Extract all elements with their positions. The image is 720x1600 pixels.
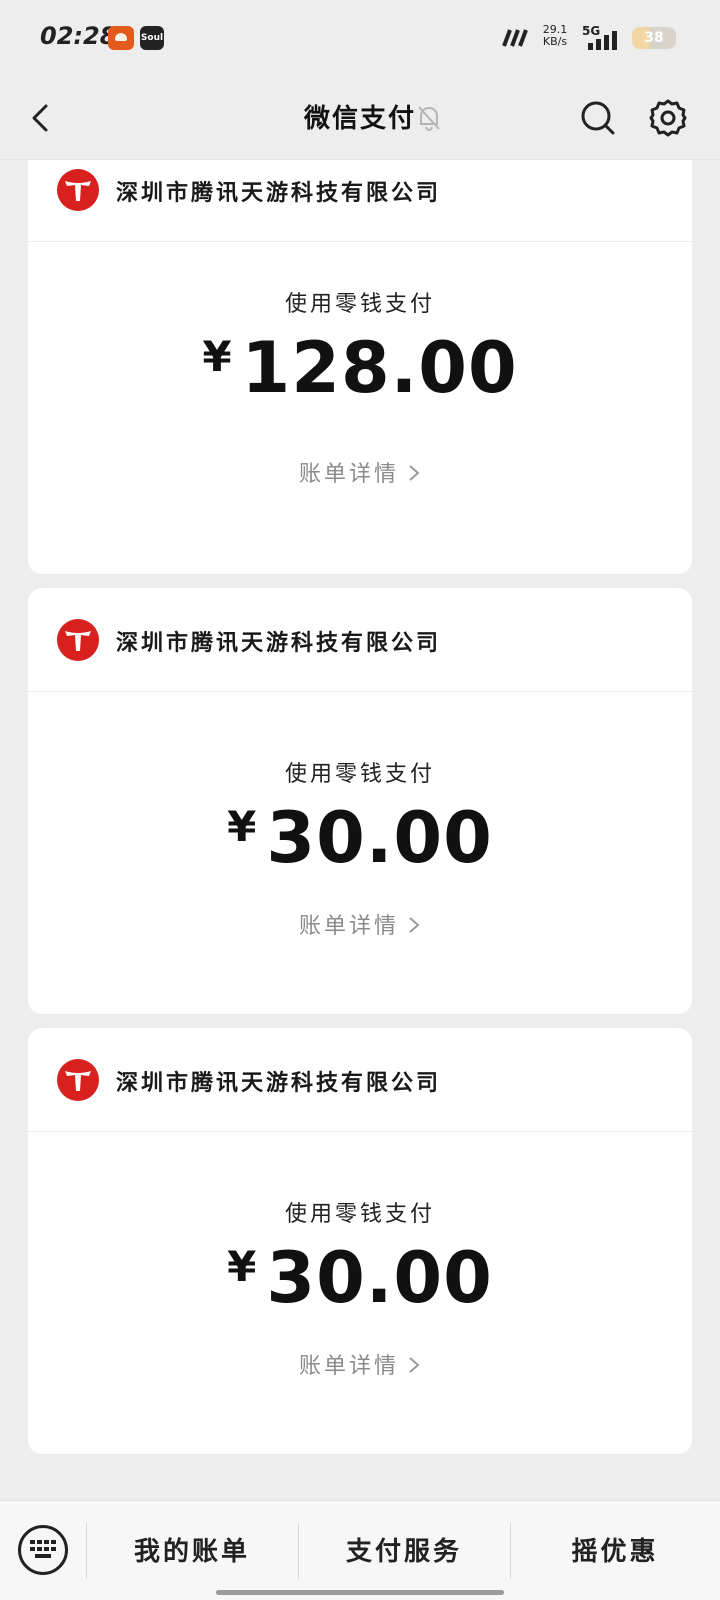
network-speed: 29.1 KB/s <box>540 24 570 48</box>
bell-off-icon <box>418 106 440 132</box>
payment-amount: ¥30.00 <box>28 796 692 880</box>
payment-card-header: 深圳市腾讯天游科技有限公司 <box>28 1028 692 1132</box>
merchant-name: 深圳市腾讯天游科技有限公司 <box>116 630 442 656</box>
amount-value: 30.00 <box>266 1237 493 1319</box>
bill-details-link[interactable]: 账单详情 <box>28 456 692 488</box>
bill-details-label: 账单详情 <box>298 462 399 487</box>
signal-icon <box>588 31 617 50</box>
currency-symbol: ¥ <box>227 802 257 851</box>
menu-my-bills[interactable]: 我的账单 <box>86 1531 298 1568</box>
keyboard-toggle-button[interactable] <box>18 1525 68 1575</box>
payment-message-list[interactable]: 深圳市腾讯天游科技有限公司 使用零钱支付 ¥128.00 账单详情 深圳市腾讯天… <box>28 160 692 1500</box>
battery-percent: 38 <box>644 30 664 46</box>
payment-amount: ¥30.00 <box>28 1236 692 1320</box>
nav-bar: 微信支付 <box>0 78 720 160</box>
bill-details-label: 账单详情 <box>298 914 399 939</box>
merchant-logo-icon <box>57 169 99 211</box>
currency-symbol: ¥ <box>227 1242 257 1291</box>
payment-card-header: 深圳市腾讯天游科技有限公司 <box>28 588 692 692</box>
merchant-name: 深圳市腾讯天游科技有限公司 <box>116 1070 442 1096</box>
notification-app-icon <box>108 26 134 50</box>
payment-card-header: 深圳市腾讯天游科技有限公司 <box>28 160 692 242</box>
network-speed-unit: KB/s <box>542 35 568 48</box>
amount-value: 30.00 <box>266 797 493 879</box>
payment-method: 使用零钱支付 <box>284 762 435 787</box>
bottom-menu-bar: 我的账单 支付服务 摇优惠 <box>0 1500 720 1600</box>
network-speed-icon <box>502 29 528 47</box>
payment-card[interactable]: 深圳市腾讯天游科技有限公司 使用零钱支付 ¥30.00 账单详情 <box>28 588 692 1014</box>
payment-card[interactable]: 深圳市腾讯天游科技有限公司 使用零钱支付 ¥30.00 账单详情 <box>28 1028 692 1454</box>
status-bar: 02:28 Soul 29.1 KB/s 5G 38 <box>0 0 720 78</box>
payment-amount: ¥128.00 <box>28 326 692 410</box>
bill-details-link[interactable]: 账单详情 <box>28 1348 692 1380</box>
bill-details-label: 账单详情 <box>298 1354 399 1379</box>
menu-payment-services[interactable]: 支付服务 <box>298 1531 510 1568</box>
menu-shake-offers[interactable]: 摇优惠 <box>510 1531 720 1568</box>
chevron-right-icon <box>409 1357 420 1373</box>
chevron-right-icon <box>409 465 420 481</box>
currency-symbol: ¥ <box>202 332 232 381</box>
amount-value: 128.00 <box>241 327 518 409</box>
search-icon[interactable] <box>578 98 618 138</box>
merchant-logo-icon <box>57 1059 99 1101</box>
keyboard-icon <box>30 1540 56 1558</box>
payment-method: 使用零钱支付 <box>284 1202 435 1227</box>
battery-icon: 38 <box>632 27 676 49</box>
bill-details-link[interactable]: 账单详情 <box>28 908 692 940</box>
soul-app-icon: Soul <box>140 26 164 50</box>
status-time: 02:28 <box>40 22 117 50</box>
chevron-right-icon <box>409 917 420 933</box>
home-indicator[interactable] <box>216 1590 504 1595</box>
payment-method: 使用零钱支付 <box>284 292 435 317</box>
merchant-logo-icon <box>57 619 99 661</box>
merchant-name: 深圳市腾讯天游科技有限公司 <box>116 180 442 206</box>
payment-card[interactable]: 深圳市腾讯天游科技有限公司 使用零钱支付 ¥128.00 账单详情 <box>28 160 692 574</box>
gear-icon[interactable] <box>648 98 688 138</box>
